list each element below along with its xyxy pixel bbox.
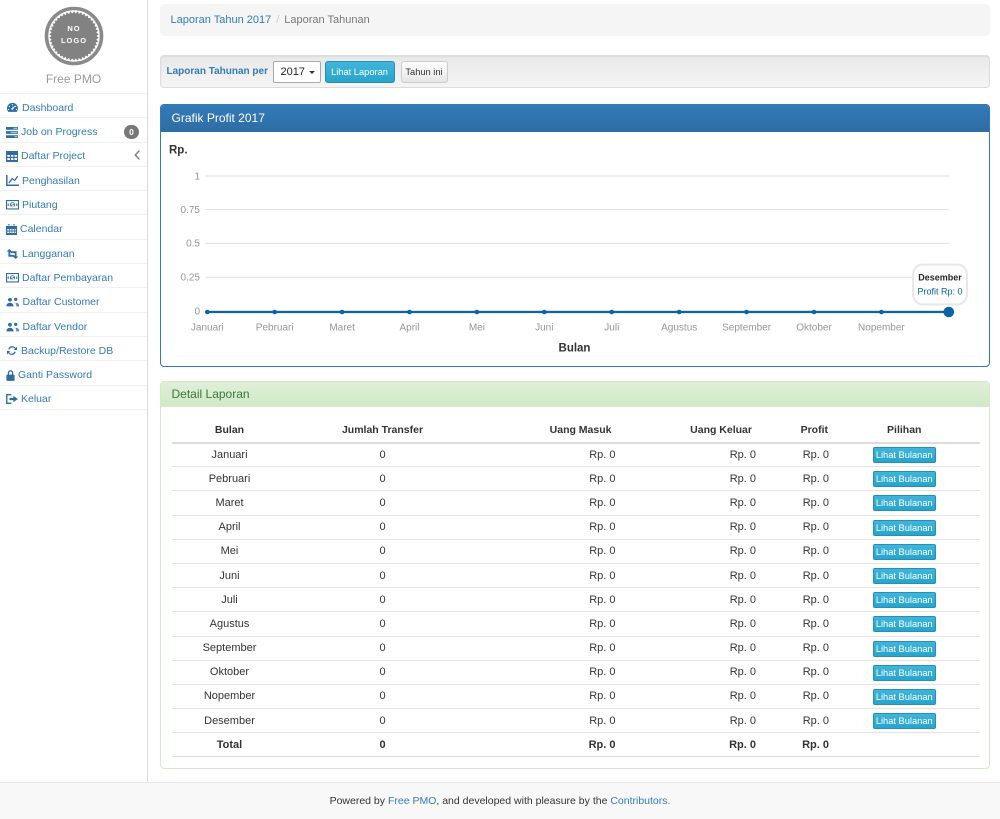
svg-text:1: 1 [194,171,200,182]
svg-text:$: $ [11,203,14,209]
svg-text:0.75: 0.75 [180,204,200,215]
svg-text:Januari: Januari [190,322,223,333]
svg-text:$: $ [11,276,14,282]
svg-text:Rp.: Rp. [169,144,188,156]
svg-text:Mei: Mei [468,322,484,333]
svg-text:Pebruari: Pebruari [255,322,293,333]
svg-text:Desember: Desember [918,272,962,282]
svg-text:LOGO: LOGO [61,36,87,45]
svg-text:April: April [399,322,419,333]
svg-text:Juli: Juli [604,322,619,333]
svg-text:Juni: Juni [535,322,553,333]
svg-text:Agustus: Agustus [661,322,697,333]
svg-text:Bulan: Bulan [558,342,590,354]
svg-text:0.25: 0.25 [180,272,200,283]
svg-text:Oktober: Oktober [796,322,832,333]
svg-text:NO: NO [67,24,80,33]
svg-text:Nopember: Nopember [858,322,905,333]
svg-text:0.5: 0.5 [186,238,200,249]
svg-text:0: 0 [194,306,200,317]
svg-text:Maret: Maret [329,322,355,333]
svg-text:September: September [722,322,772,333]
svg-text:Profit Rp: 0: Profit Rp: 0 [917,286,962,296]
